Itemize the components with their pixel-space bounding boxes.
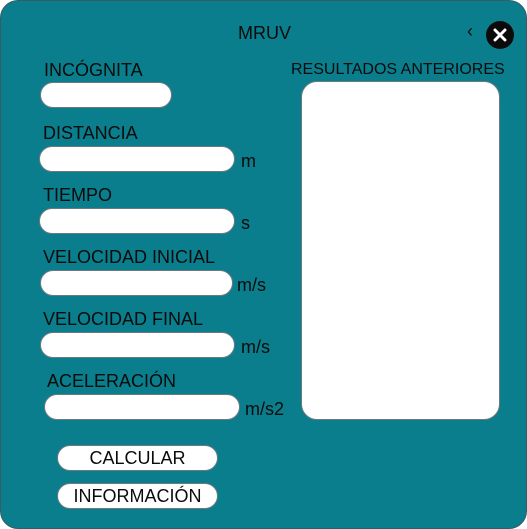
calcular-button[interactable]: CALCULAR bbox=[57, 445, 218, 471]
velocidad-final-label: VELOCIDAD FINAL bbox=[43, 309, 204, 329]
chevron-left-icon[interactable]: ‹ bbox=[467, 21, 473, 42]
close-icon-glyph bbox=[493, 28, 507, 42]
incognita-label: INCÓGNITA bbox=[44, 60, 143, 80]
aceleracion-input[interactable] bbox=[44, 394, 240, 420]
velocidad-inicial-label: VELOCIDAD INICIAL bbox=[43, 247, 216, 267]
tiempo-input[interactable] bbox=[39, 208, 235, 234]
velocidad-final-unit: m/s bbox=[241, 337, 270, 357]
informacion-button[interactable]: INFORMACIÓN bbox=[57, 483, 218, 509]
window-title: MRUV bbox=[238, 23, 291, 43]
resultados-anteriores-list[interactable] bbox=[301, 81, 500, 420]
distancia-input[interactable] bbox=[39, 146, 235, 172]
close-icon[interactable] bbox=[486, 21, 514, 49]
tiempo-label: TIEMPO bbox=[43, 185, 113, 205]
incognita-select[interactable] bbox=[40, 82, 172, 108]
velocidad-inicial-input[interactable] bbox=[40, 270, 233, 296]
distancia-unit: m bbox=[241, 151, 256, 171]
mruv-window: MRUV ‹ INCÓGNITA DISTANCIA m TIEMPO s VE… bbox=[0, 0, 527, 529]
velocidad-inicial-unit: m/s bbox=[237, 275, 266, 295]
distancia-label: DISTANCIA bbox=[43, 123, 138, 143]
resultados-anteriores-label: RESULTADOS ANTERIORES bbox=[291, 61, 505, 78]
tiempo-unit: s bbox=[241, 213, 250, 233]
aceleracion-unit: m/s2 bbox=[245, 399, 285, 419]
aceleracion-label: ACELERACIÓN bbox=[47, 371, 177, 391]
velocidad-final-input[interactable] bbox=[40, 332, 235, 358]
